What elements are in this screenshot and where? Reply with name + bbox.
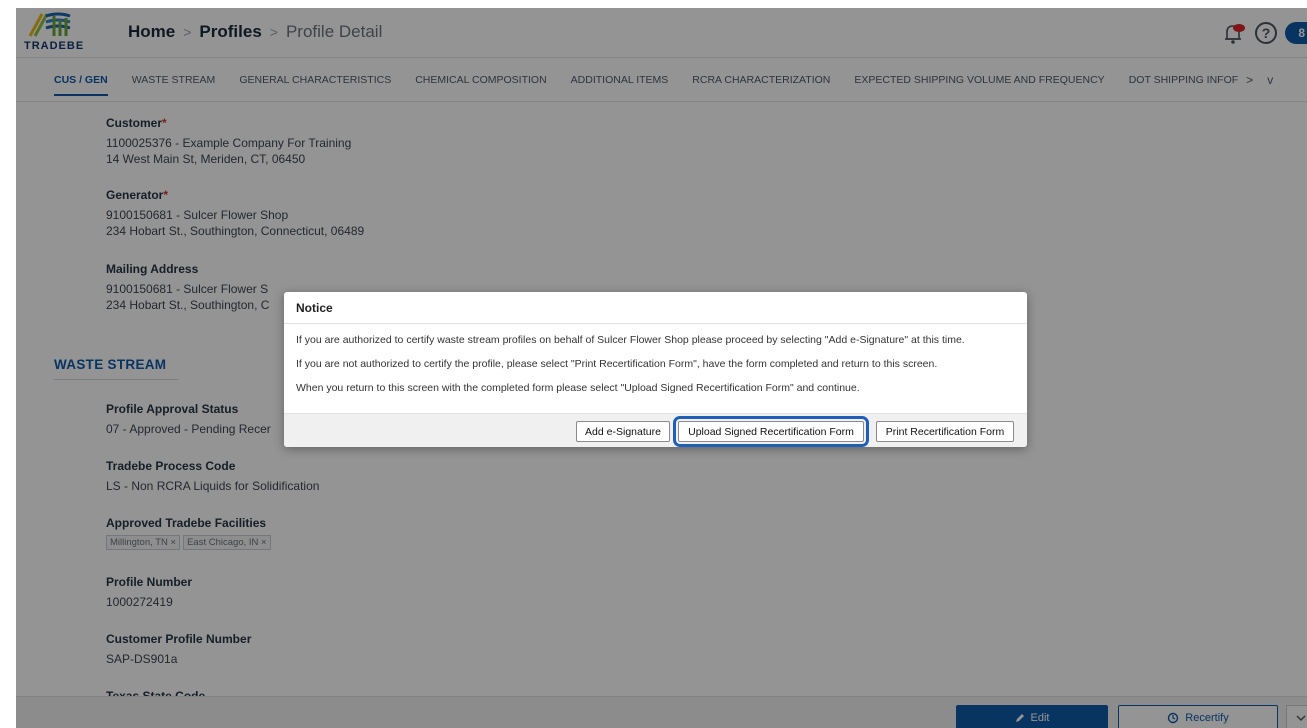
dialog-footer: Add e-Signature Upload Signed Recertific… — [284, 413, 1027, 447]
upload-signed-form-button[interactable]: Upload Signed Recertification Form — [673, 416, 869, 447]
dialog-paragraph: If you are authorized to certify waste s… — [296, 334, 965, 346]
add-e-signature-button[interactable]: Add e-Signature — [576, 421, 670, 442]
dialog-paragraph: When you return to this screen with the … — [296, 382, 860, 394]
notice-dialog: Notice If you are authorized to certify … — [284, 292, 1027, 447]
print-recertification-form-button[interactable]: Print Recertification Form — [876, 421, 1014, 442]
dialog-paragraph: If you are not authorized to certify the… — [296, 358, 938, 370]
app-window: TRADEBE Home > Profiles > Profile Detail… — [16, 8, 1307, 728]
dialog-body: If you are authorized to certify waste s… — [284, 324, 1027, 394]
dialog-title: Notice — [284, 292, 1027, 324]
